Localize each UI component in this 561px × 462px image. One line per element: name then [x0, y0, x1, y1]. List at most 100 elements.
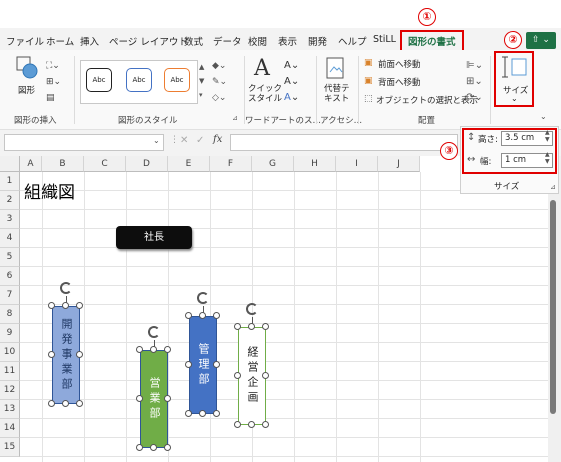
- worksheet-grid[interactable]: [0, 156, 548, 462]
- row-header-8[interactable]: 8: [0, 305, 20, 324]
- resize-handle[interactable]: [62, 400, 69, 407]
- row-header-2[interactable]: 2: [0, 191, 20, 210]
- resize-handle[interactable]: [248, 421, 255, 428]
- resize-handle[interactable]: [234, 372, 241, 379]
- row-header-14[interactable]: 14: [0, 419, 20, 438]
- gallery-scroll-icon[interactable]: ▲ ▼ ▾: [199, 60, 208, 104]
- resize-handle[interactable]: [62, 302, 69, 309]
- text-fill-outline-effects-icon[interactable]: A⌄ A⌄ A⌄: [284, 58, 310, 106]
- resize-handle[interactable]: [164, 346, 171, 353]
- rotate-icon[interactable]: [148, 326, 160, 338]
- column-header-i[interactable]: I: [336, 156, 378, 172]
- rotate-icon[interactable]: [60, 282, 72, 294]
- column-header-a[interactable]: A: [20, 156, 42, 172]
- selection-pane-button[interactable]: オブジェクトの選択と表示: [376, 94, 478, 106]
- resize-handle[interactable]: [262, 323, 269, 330]
- shapes-button-label[interactable]: 図形: [18, 84, 35, 96]
- resize-handle[interactable]: [234, 421, 241, 428]
- formula-input[interactable]: [230, 134, 458, 151]
- resize-handle[interactable]: [262, 421, 269, 428]
- resize-handle[interactable]: [48, 400, 55, 407]
- resize-handle[interactable]: [262, 372, 269, 379]
- resize-handle[interactable]: [213, 410, 220, 417]
- name-box[interactable]: [4, 134, 164, 151]
- row-header-15[interactable]: 15: [0, 438, 20, 457]
- select-all-corner[interactable]: [0, 156, 20, 172]
- row-header-10[interactable]: 10: [0, 343, 20, 362]
- bring-forward-button[interactable]: 前面へ移動: [378, 58, 421, 70]
- name-box-chevron-down-icon[interactable]: ⌄: [153, 136, 160, 145]
- resize-handle[interactable]: [150, 346, 157, 353]
- column-header-j[interactable]: J: [378, 156, 420, 172]
- tab-insert[interactable]: 挿入: [80, 34, 99, 48]
- confirm-icon[interactable]: ✓: [196, 135, 204, 146]
- row-header-9[interactable]: 9: [0, 324, 20, 343]
- tab-file[interactable]: ファイル: [6, 34, 44, 48]
- resize-handle[interactable]: [48, 302, 55, 309]
- insert-function-icon[interactable]: fx: [213, 134, 222, 145]
- column-header-e[interactable]: E: [168, 156, 210, 172]
- size-dialog-launcher-icon[interactable]: ⊿: [550, 183, 556, 191]
- column-header-h[interactable]: H: [294, 156, 336, 172]
- column-header-b[interactable]: B: [42, 156, 84, 172]
- row-header-11[interactable]: 11: [0, 362, 20, 381]
- row-header-6[interactable]: 6: [0, 267, 20, 286]
- resize-handle[interactable]: [76, 351, 83, 358]
- tab-still[interactable]: StiLL: [373, 34, 396, 45]
- resize-handle[interactable]: [213, 361, 220, 368]
- row-header-4[interactable]: 4: [0, 229, 20, 248]
- ceo-shape[interactable]: 社長: [116, 226, 192, 249]
- rotate-icon[interactable]: [197, 292, 209, 304]
- tab-developer[interactable]: 開発: [308, 34, 327, 48]
- dialog-launcher-icon[interactable]: ⊿: [232, 114, 238, 122]
- resize-handle[interactable]: [76, 400, 83, 407]
- alt-text-icon[interactable]: [325, 56, 347, 82]
- alt-text-label[interactable]: 代替テ キスト: [324, 84, 350, 104]
- style-preset-1[interactable]: Abc: [86, 68, 112, 92]
- column-header-d[interactable]: D: [126, 156, 168, 172]
- resize-handle[interactable]: [136, 346, 143, 353]
- tab-data[interactable]: データ: [213, 34, 242, 48]
- column-header-f[interactable]: F: [210, 156, 252, 172]
- style-preset-3[interactable]: Abc: [164, 68, 190, 92]
- cancel-icon[interactable]: ✕: [180, 135, 188, 146]
- column-header-g[interactable]: G: [252, 156, 294, 172]
- tab-page-layout[interactable]: ページ レイアウト: [109, 34, 188, 48]
- resize-handle[interactable]: [248, 323, 255, 330]
- collapse-ribbon-chevron-icon[interactable]: ⌄: [540, 112, 547, 121]
- align-group-rotate-icon[interactable]: ⊫⌄ ⊞⌄ ⟳⌄: [466, 58, 488, 106]
- row-header-7[interactable]: 7: [0, 286, 20, 305]
- share-button[interactable]: ⇧ ⌄: [526, 32, 556, 49]
- style-preset-2[interactable]: Abc: [126, 68, 152, 92]
- tab-help[interactable]: ヘルプ: [338, 34, 367, 48]
- resize-handle[interactable]: [234, 323, 241, 330]
- row-header-3[interactable]: 3: [0, 210, 20, 229]
- row-header-1[interactable]: 1: [0, 172, 20, 191]
- resize-handle[interactable]: [136, 395, 143, 402]
- rotate-icon[interactable]: [246, 303, 258, 315]
- quick-style-icon[interactable]: A: [254, 56, 278, 82]
- resize-handle[interactable]: [136, 444, 143, 451]
- resize-handle[interactable]: [185, 410, 192, 417]
- tab-review[interactable]: 校閲: [248, 34, 267, 48]
- resize-handle[interactable]: [150, 444, 157, 451]
- resize-handle[interactable]: [164, 444, 171, 451]
- quick-style-label[interactable]: クイック スタイル: [248, 84, 282, 104]
- row-header-5[interactable]: 5: [0, 248, 20, 267]
- send-backward-button[interactable]: 背面へ移動: [378, 76, 421, 88]
- resize-handle[interactable]: [48, 351, 55, 358]
- tab-view[interactable]: 表示: [278, 34, 297, 48]
- resize-handle[interactable]: [199, 410, 206, 417]
- vertical-scroll-thumb[interactable]: [550, 200, 556, 414]
- tab-home[interactable]: ホーム: [46, 34, 74, 48]
- resize-handle[interactable]: [213, 312, 220, 319]
- resize-handle[interactable]: [76, 302, 83, 309]
- resize-handle[interactable]: [185, 312, 192, 319]
- shapes-icon[interactable]: [16, 56, 38, 80]
- resize-handle[interactable]: [199, 312, 206, 319]
- tab-formulas[interactable]: 数式: [184, 34, 203, 48]
- resize-handle[interactable]: [185, 361, 192, 368]
- fill-outline-effects-icon[interactable]: ◆⌄ ✎⌄ ◇⌄: [212, 58, 240, 106]
- resize-handle[interactable]: [164, 395, 171, 402]
- row-header-12[interactable]: 12: [0, 381, 20, 400]
